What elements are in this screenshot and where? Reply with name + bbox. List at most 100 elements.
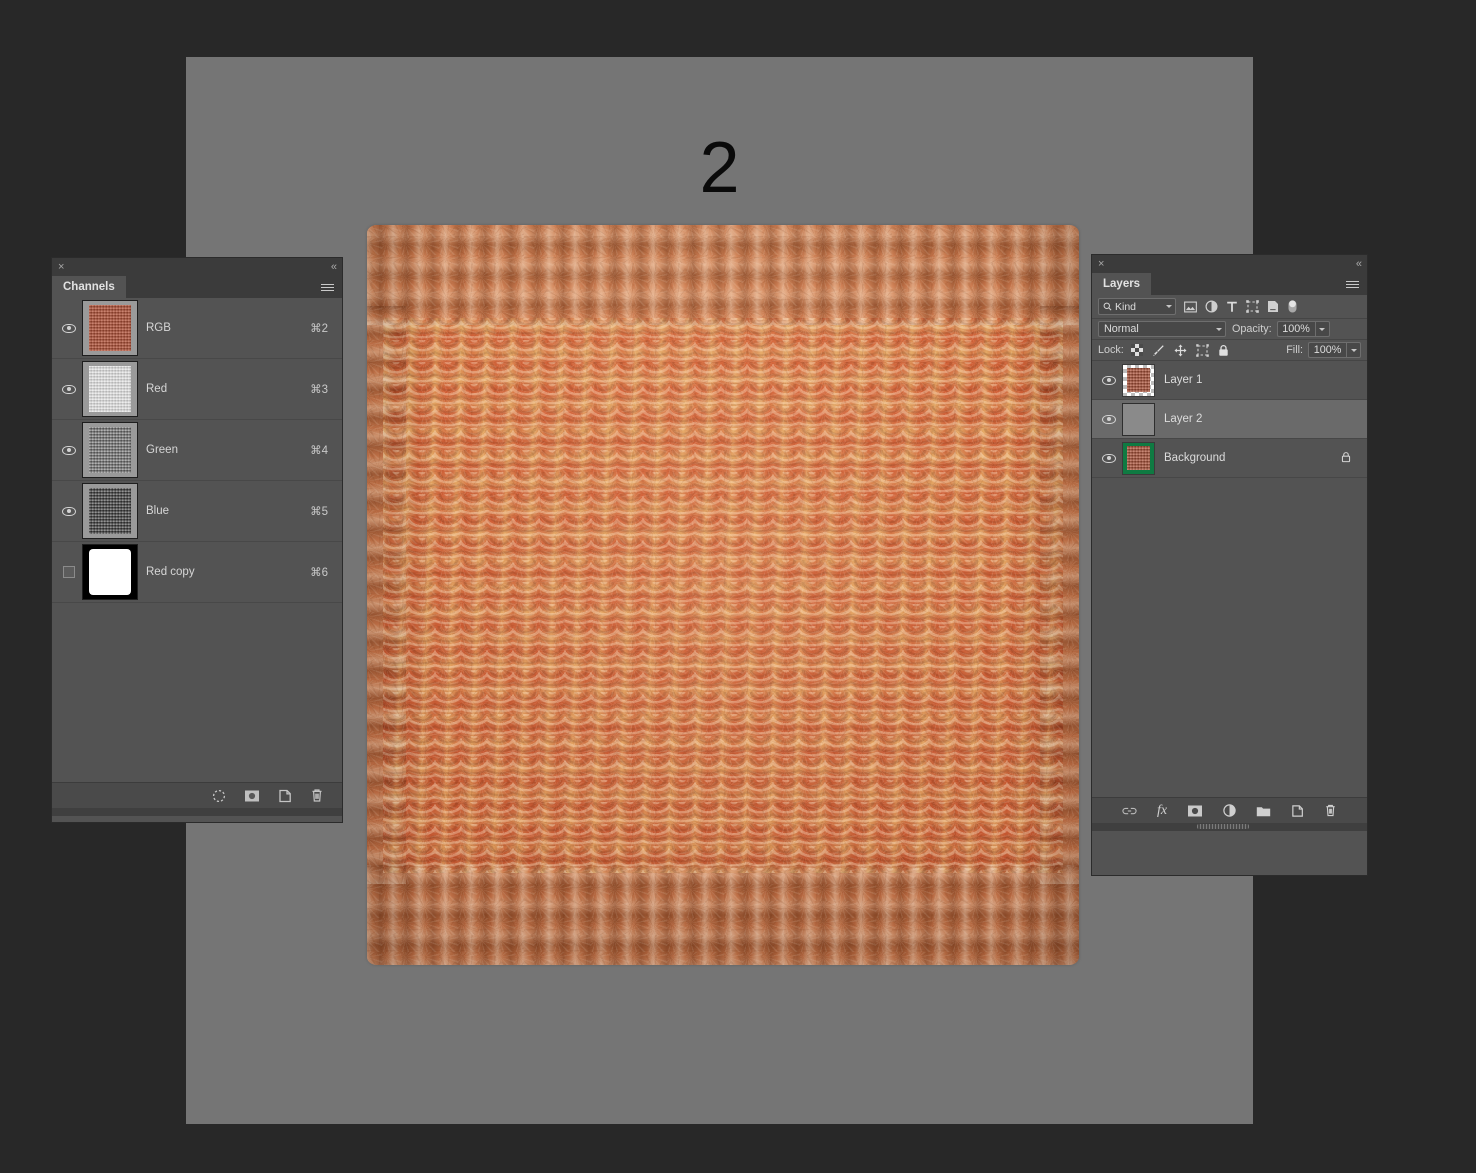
collapse-icon[interactable]: « xyxy=(331,261,337,273)
eye-icon xyxy=(1102,453,1116,463)
move-arrows-icon[interactable] xyxy=(1174,344,1187,357)
tab-channels-label: Channels xyxy=(63,281,115,293)
channels-panel-footer xyxy=(52,782,342,808)
new-page-icon[interactable] xyxy=(278,789,292,803)
brush-icon[interactable] xyxy=(1152,344,1165,357)
fill-label: Fill: xyxy=(1286,344,1303,356)
knit-stitch-detail xyxy=(382,317,1064,873)
channel-shortcut: ⌘3 xyxy=(310,384,328,396)
eye-off-icon xyxy=(63,566,75,578)
channel-shortcut: ⌘4 xyxy=(310,445,328,457)
channel-thumbnail xyxy=(82,422,138,478)
channel-row-red[interactable]: Red ⌘3 xyxy=(52,359,342,420)
channels-panel[interactable]: × « Channels RGB ⌘2 Red ⌘3 Green ⌘4 Blue… xyxy=(52,258,342,822)
close-icon[interactable]: × xyxy=(1098,258,1104,270)
search-icon xyxy=(1103,302,1112,311)
channel-name: Red xyxy=(146,383,168,395)
collapse-icon[interactable]: « xyxy=(1356,258,1362,270)
channel-name: RGB xyxy=(146,322,171,334)
link-icon[interactable] xyxy=(1122,806,1137,816)
shape-icon[interactable] xyxy=(1246,300,1259,313)
eye-icon xyxy=(62,323,76,333)
close-icon[interactable]: × xyxy=(58,261,64,273)
new-page-icon[interactable] xyxy=(1291,804,1304,818)
layer-visibility-toggle[interactable] xyxy=(1096,453,1122,463)
layer-name: Layer 1 xyxy=(1164,374,1203,386)
folder-icon[interactable] xyxy=(1256,805,1271,817)
layers-list[interactable]: Layer 1 Layer 2 Background xyxy=(1092,361,1367,797)
layer-row-layer-2[interactable]: Layer 2 xyxy=(1092,400,1367,439)
opacity-stepper[interactable] xyxy=(1314,321,1330,337)
type-t-icon[interactable] xyxy=(1226,301,1238,313)
channel-thumbnail xyxy=(82,300,138,356)
opacity-input[interactable]: 100% xyxy=(1276,321,1315,337)
selection-brackets-icon xyxy=(1123,404,1154,435)
channel-row-blue[interactable]: Blue ⌘5 xyxy=(52,481,342,542)
chevron-down-icon xyxy=(1216,327,1222,331)
layer-thumbnail[interactable] xyxy=(1122,363,1155,397)
channel-visibility-toggle[interactable] xyxy=(56,566,82,578)
layers-panel-titlebar: × « xyxy=(1092,255,1367,273)
layers-panel-statusbar[interactable] xyxy=(1092,823,1367,831)
dashed-circle-icon[interactable] xyxy=(212,789,226,803)
blend-mode-select[interactable]: Normal xyxy=(1098,321,1226,337)
tab-layers-label: Layers xyxy=(1103,278,1141,290)
lock-label: Lock: xyxy=(1098,344,1124,356)
channel-name: Red copy xyxy=(146,566,195,578)
blend-mode-value: Normal xyxy=(1104,323,1139,335)
checkerboard-icon[interactable] xyxy=(1130,344,1143,356)
trash-icon[interactable] xyxy=(310,788,324,803)
layers-panel[interactable]: × « Layers Kind Normal Opacity: 100% Loc… xyxy=(1092,255,1367,875)
mask-icon[interactable] xyxy=(1187,804,1203,818)
lock-bar: Lock: Fill: 100% xyxy=(1092,340,1367,361)
layer-type-filters xyxy=(1184,299,1298,314)
channel-row-rgb[interactable]: RGB ⌘2 xyxy=(52,298,342,359)
channels-list[interactable]: RGB ⌘2 Red ⌘3 Green ⌘4 Blue ⌘5 Red copy … xyxy=(52,298,342,782)
mask-icon[interactable] xyxy=(244,789,260,803)
photoshop-workspace: 2 × « Channels RGB ⌘2 Red ⌘3 Green ⌘4 Bl… xyxy=(0,0,1476,1173)
padlock-icon xyxy=(1341,451,1351,462)
knit-swatch xyxy=(367,225,1079,965)
layer-visibility-toggle[interactable] xyxy=(1096,375,1122,385)
layer-row-background[interactable]: Background xyxy=(1092,439,1367,478)
layer-kind-select[interactable]: Kind xyxy=(1098,298,1176,315)
fill-stepper[interactable] xyxy=(1346,342,1361,358)
layer-thumbnail[interactable] xyxy=(1122,441,1155,475)
trash-icon[interactable] xyxy=(1324,803,1337,818)
channel-visibility-toggle[interactable] xyxy=(56,384,82,394)
canvas-number-label: 2 xyxy=(699,128,740,208)
filter-toggle-switch[interactable] xyxy=(1287,299,1298,314)
padlock-icon[interactable] xyxy=(1218,344,1229,357)
channel-visibility-toggle[interactable] xyxy=(56,445,82,455)
layer-visibility-toggle[interactable] xyxy=(1096,414,1122,424)
channel-visibility-toggle[interactable] xyxy=(56,323,82,333)
fx-icon[interactable]: fx xyxy=(1157,803,1167,819)
eye-icon xyxy=(62,506,76,516)
smart-object-icon[interactable] xyxy=(1267,300,1279,313)
layer-name: Layer 2 xyxy=(1164,413,1203,425)
channel-row-red-copy[interactable]: Red copy ⌘6 xyxy=(52,542,342,603)
fill-input[interactable]: 100% xyxy=(1308,342,1346,358)
channel-shortcut: ⌘5 xyxy=(310,506,328,518)
chevron-down-icon xyxy=(1166,305,1172,308)
half-circle-icon[interactable] xyxy=(1223,804,1236,817)
knit-top-border xyxy=(367,225,1079,325)
channel-row-green[interactable]: Green ⌘4 xyxy=(52,420,342,481)
layer-name: Background xyxy=(1164,452,1226,464)
image-icon[interactable] xyxy=(1184,301,1197,313)
layer-thumbnail[interactable] xyxy=(1122,402,1155,436)
knit-bottom-border xyxy=(367,865,1079,965)
opacity-label: Opacity: xyxy=(1232,323,1272,335)
tab-layers[interactable]: Layers xyxy=(1092,273,1152,295)
artboard-icon[interactable] xyxy=(1196,343,1209,357)
chevron-down-icon xyxy=(1319,327,1326,331)
lock-options xyxy=(1130,343,1229,357)
channel-visibility-toggle[interactable] xyxy=(56,506,82,516)
tab-channels[interactable]: Channels xyxy=(52,276,126,298)
layer-row-layer-1[interactable]: Layer 1 xyxy=(1092,361,1367,400)
half-circle-icon[interactable] xyxy=(1205,300,1218,313)
knit-swatch-image xyxy=(367,225,1079,965)
channels-panel-menu-button[interactable] xyxy=(313,276,342,298)
layers-panel-menu-button[interactable] xyxy=(1338,273,1367,295)
resize-grip[interactable] xyxy=(1197,824,1249,829)
